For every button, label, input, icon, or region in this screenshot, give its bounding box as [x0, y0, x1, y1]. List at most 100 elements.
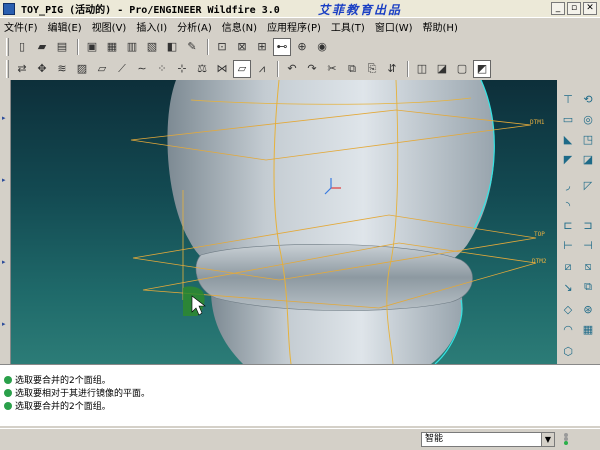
paste-special-icon[interactable]: ⎘ [363, 60, 381, 78]
rib-icon[interactable]: ◤ [559, 150, 577, 168]
copy-icon[interactable]: ⧉ [343, 60, 361, 78]
datum-axis-icon[interactable]: ⟋ [113, 60, 131, 78]
extend-icon[interactable]: ⬡ [559, 342, 577, 360]
cut-icon[interactable]: ✂ [323, 60, 341, 78]
close-window-icon[interactable]: ⊠ [233, 38, 251, 56]
trim-icon[interactable]: ⋈ [213, 60, 231, 78]
graphics-viewport[interactable]: DTM1 TOP DTM2 [11, 80, 557, 364]
thicken-icon[interactable]: ⊣ [579, 236, 597, 254]
hidden-line-icon[interactable]: ◪ [433, 60, 451, 78]
menu-view[interactable]: 视图(V) [92, 19, 127, 34]
brush-icon[interactable]: ✎ [183, 38, 201, 56]
model-svg [130, 80, 537, 364]
layers-icon[interactable]: ≋ [53, 60, 71, 78]
message-arrow-icon [4, 401, 12, 410]
status-bar: 智能 ▼ [0, 428, 600, 450]
orient-icon[interactable]: ⇄ [13, 60, 31, 78]
menu-tools[interactable]: 工具(T) [331, 19, 365, 34]
print-setup-icon[interactable]: ▧ [143, 38, 161, 56]
analysis-icon[interactable]: ⚖ [193, 60, 211, 78]
shell-icon[interactable]: ◳ [579, 130, 597, 148]
window-activate-icon[interactable]: ⊞ [253, 38, 271, 56]
warp-icon[interactable]: ↘ [559, 278, 577, 296]
sketch-icon[interactable]: ▱ [233, 60, 251, 78]
shaded-icon[interactable]: ◩ [473, 60, 491, 78]
open-recent-icon[interactable]: ▤ [53, 38, 71, 56]
shading-icon[interactable]: ▨ [73, 60, 91, 78]
intersect-icon[interactable]: ⊛ [579, 300, 597, 318]
close-button[interactable]: ✕ [583, 2, 597, 15]
color-appearance-icon[interactable]: ◉ [313, 38, 331, 56]
restore-button[interactable]: ▫ [567, 2, 581, 15]
save-icon[interactable]: ▣ [83, 38, 101, 56]
regenerate-model-icon[interactable]: ⇵ [383, 60, 401, 78]
feature-toolbar: ⊤ ⟲ ▭ ◎ ◣ ◳ ◤ ◪ ◞ ◸ ◝ ⊏ ⊐ ⊢ ⊣ ⧄ ⧅ ↘ ⧉ ◇ … [557, 80, 600, 364]
offset-icon[interactable]: ⊢ [559, 236, 577, 254]
redo-icon[interactable]: ↷ [303, 60, 321, 78]
menu-help[interactable]: 帮助(H) [423, 19, 458, 34]
menu-info[interactable]: 信息(N) [222, 19, 257, 34]
trim-quilt-icon[interactable]: ⊐ [579, 216, 597, 234]
merge-icon[interactable]: ⊏ [559, 216, 577, 234]
spin-center-icon[interactable]: ✥ [33, 60, 51, 78]
project-icon[interactable]: ◠ [559, 320, 577, 338]
window-title: TOY_PIG (活动的) - Pro/ENGINEER Wildfire 3.… [21, 5, 280, 16]
new-icon[interactable]: ▯ [13, 38, 31, 56]
toolbar-grip[interactable] [6, 38, 9, 56]
datum-axis-display-icon[interactable]: ⊷ [273, 38, 291, 56]
message-text: 选取要相对于其进行镜像的平面。 [15, 389, 151, 399]
regenerate-icon[interactable]: ⊡ [213, 38, 231, 56]
proe-window: TOY_PIG (活动的) - Pro/ENGINEER Wildfire 3.… [0, 0, 600, 450]
left-marker-strip: ▸ ▸ ▸ ▸ [0, 80, 11, 364]
chevron-down-icon[interactable]: ▼ [541, 433, 554, 446]
menu-analysis[interactable]: 分析(A) [177, 19, 212, 34]
paste-icon[interactable]: ◧ [163, 38, 181, 56]
message-line: 选取要相对于其进行镜像的平面。 [4, 386, 150, 399]
collapse-arrow-icon[interactable]: ▸ [2, 176, 6, 184]
fill-icon[interactable]: ▦ [579, 320, 597, 338]
message-area: 选取要合并的2个面组。 选取要相对于其进行镜像的平面。 选取要合并的2个面组。 [0, 364, 600, 426]
round-icon[interactable]: ◞ [559, 176, 577, 194]
message-line: 选取要合并的2个面组。 [4, 399, 111, 412]
sketched-curve-icon[interactable]: ∼ [133, 60, 151, 78]
boundary-blend-icon[interactable]: ▭ [559, 110, 577, 128]
mirror-icon[interactable]: ⩘ [253, 60, 271, 78]
menu-file[interactable]: 文件(F) [4, 19, 38, 34]
style-icon[interactable]: ⧅ [579, 258, 597, 276]
undo-icon[interactable]: ↶ [283, 60, 301, 78]
menu-bar: 文件(F) 编辑(E) 视图(V) 插入(I) 分析(A) 信息(N) 应用程序… [0, 18, 600, 35]
minimize-button[interactable]: _ [551, 2, 565, 15]
solidify-icon[interactable]: ⧄ [559, 258, 577, 276]
extrude-icon[interactable]: ⊤ [559, 90, 577, 108]
collapse-arrow-icon[interactable]: ▸ [2, 258, 6, 266]
draft-icon[interactable]: ◪ [579, 150, 597, 168]
variable-section-sweep-icon[interactable]: ◎ [579, 110, 597, 128]
toolbar-grip[interactable] [6, 60, 9, 78]
collapse-arrow-icon[interactable]: ▸ [2, 114, 6, 122]
mirror-feature-icon[interactable]: ◇ [559, 300, 577, 318]
copy-geometry-icon[interactable]: ⧉ [579, 278, 597, 296]
zoom-box-icon[interactable]: ⊕ [293, 38, 311, 56]
selection-filter-select[interactable]: 智能 ▼ [421, 432, 555, 447]
chamfer-icon[interactable]: ◸ [579, 176, 597, 194]
message-arrow-icon [4, 375, 12, 384]
save-copy-icon[interactable]: ▦ [103, 38, 121, 56]
datum-point-icon[interactable]: ⁘ [153, 60, 171, 78]
message-text: 选取要合并的2个面组。 [15, 376, 111, 386]
print-icon[interactable]: ▥ [123, 38, 141, 56]
message-line: 选取要合并的2个面组。 [4, 373, 111, 386]
hole-icon[interactable]: ◣ [559, 130, 577, 148]
menu-edit[interactable]: 编辑(E) [48, 19, 82, 34]
coordinate-system-icon[interactable]: ⊹ [173, 60, 191, 78]
pattern-icon[interactable]: ◝ [559, 196, 577, 214]
open-icon[interactable]: ▰ [33, 38, 51, 56]
revolve-icon[interactable]: ⟲ [579, 90, 597, 108]
menu-insert[interactable]: 插入(I) [136, 19, 167, 34]
datum-plane-icon[interactable]: ▱ [93, 60, 111, 78]
collapse-arrow-icon[interactable]: ▸ [2, 320, 6, 328]
menu-applications[interactable]: 应用程序(P) [267, 19, 321, 34]
wireframe-icon[interactable]: ◫ [413, 60, 431, 78]
no-hidden-icon[interactable]: ▢ [453, 60, 471, 78]
datum-label-dtm1: DTM1 [530, 119, 545, 126]
menu-window[interactable]: 窗口(W) [375, 19, 413, 34]
